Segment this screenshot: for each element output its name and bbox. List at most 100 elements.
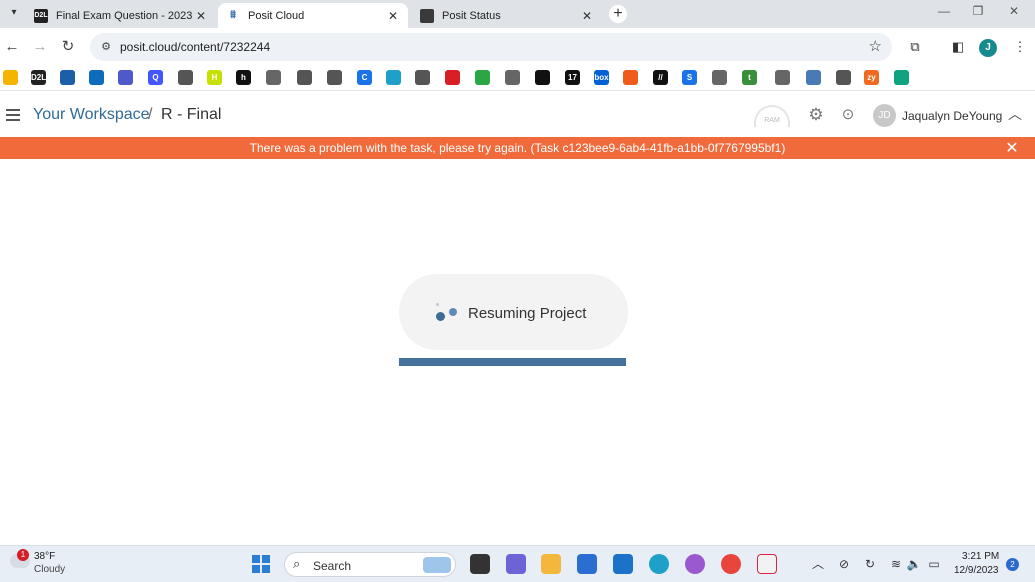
new-tab-button[interactable]: + [609,5,627,23]
quizlet-icon[interactable]: Q [148,70,163,85]
menu-icon[interactable] [6,109,20,121]
reload-icon[interactable]: ↻ [58,37,78,57]
tab-search-chevron-icon[interactable]: ▾ [6,5,22,21]
chevron-up-icon[interactable]: ︿ [1006,104,1024,124]
bookmark-star-icon[interactable]: ☆ [869,37,882,55]
site-info-icon[interactable]: ⚙ [98,39,114,55]
google-drive-icon[interactable] [3,70,18,85]
close-window-icon[interactable]: ✕ [1004,4,1024,18]
globe-icon[interactable] [327,70,342,85]
close-icon[interactable]: ✕ [386,9,400,23]
tab-title: Final Exam Question - 2023 Fall [56,9,194,22]
hulu-icon[interactable]: h [236,70,251,85]
d2l-icon[interactable]: D2L [31,70,46,85]
chat-icon[interactable] [506,554,526,574]
show-hidden-icons-icon[interactable]: ︿ [810,556,826,572]
globe-icon[interactable] [297,70,312,85]
clock-date[interactable]: 12/9/2023 [954,565,999,576]
profile-avatar[interactable]: J [979,39,997,57]
error-banner: There was a problem with the task, pleas… [0,137,1035,159]
globe-icon[interactable] [836,70,851,85]
news-icon[interactable] [445,70,460,85]
zybooks-icon[interactable]: zy [864,70,879,85]
circle-icon[interactable] [623,70,638,85]
globe-icon[interactable] [178,70,193,85]
folder-icon[interactable] [775,70,790,85]
spinner-dot [449,308,457,316]
t-icon[interactable]: t [742,70,757,85]
search-highlight-icon [423,557,451,573]
more-menu-icon[interactable]: ⋮ [1010,37,1030,57]
search-icon: ⌕ [293,556,301,571]
weather-condition[interactable]: Cloudy [34,564,65,575]
slash-icon[interactable]: // [653,70,668,85]
copilot-icon[interactable] [685,554,705,574]
mail-icon[interactable] [613,554,633,574]
calendar-icon[interactable]: 17 [565,70,580,85]
breadcrumb-separator: / [148,106,153,123]
edge-icon[interactable] [386,70,401,85]
edge-icon[interactable] [649,554,669,574]
posit-icon[interactable] [806,70,821,85]
folder-icon[interactable] [266,70,281,85]
tab-posit-cloud[interactable]: ⩩ Posit Cloud ✕ [218,3,408,28]
side-panel-icon[interactable]: ◧ [948,37,968,57]
ram-gauge[interactable]: RAM [754,105,790,127]
browser-toolbar: ← → ↻ ⚙ posit.cloud/content/7232244 ☆ ⧉ … [0,28,1035,66]
folder-icon[interactable] [505,70,520,85]
user-name[interactable]: Jaqualyn DeYoung [902,109,1002,123]
teams-icon[interactable] [118,70,133,85]
clock-time[interactable]: 3:21 PM [962,551,999,562]
restore-icon[interactable]: ❐ [968,4,988,18]
flag-icon[interactable] [475,70,490,85]
outlook-icon[interactable] [89,70,104,85]
user-avatar[interactable]: JD [873,104,896,127]
chrome-icon[interactable] [721,554,741,574]
tab-title: Posit Cloud [248,9,305,22]
taskbar: 1 38°F Cloudy ⌕ Search ︿ ⊘ ↻ ≋ 🔈 ▭ 3:21 … [0,545,1035,582]
app-header: Your Workspace / R - Final RAM ⚙ ⊙ JD Ja… [0,97,1035,135]
taskbar-search[interactable]: ⌕ Search [284,552,456,577]
close-icon[interactable]: ✕ [194,9,208,23]
address-bar[interactable]: ⚙ posit.cloud/content/7232244 ☆ [90,33,892,61]
file-explorer-icon[interactable] [541,554,561,574]
task-view-icon[interactable] [470,554,490,574]
store-icon[interactable] [577,554,597,574]
search-label: Search [313,559,352,573]
university-icon[interactable] [60,70,75,85]
antivirus-icon[interactable]: ⊘ [836,556,852,572]
folder-icon[interactable] [712,70,727,85]
tab-posit-status[interactable]: Posit Status ✕ [412,3,602,28]
weather-temperature[interactable]: 38°F [34,551,55,562]
windows-start-icon[interactable] [252,555,270,573]
sync-icon[interactable]: ↻ [862,556,878,572]
forward-arrow-icon[interactable]: → [30,37,50,57]
speaker-icon[interactable]: 🔈 [906,556,922,572]
d2l-icon: D2L [34,8,48,23]
github-icon[interactable] [535,70,550,85]
close-icon[interactable]: ✕ [580,9,594,23]
wifi-icon[interactable]: ≋ [888,556,904,572]
breadcrumb-workspace-link[interactable]: Your Workspace [33,106,150,124]
gear-icon[interactable]: ⚙ [806,105,826,125]
tab-final-exam[interactable]: D2L Final Exam Question - 2023 Fall ✕ [26,3,216,28]
hbo-icon[interactable]: H [207,70,222,85]
s-icon[interactable]: S [682,70,697,85]
browser-tab-strip: ▾ D2L Final Exam Question - 2023 Fall ✕ … [0,0,1035,28]
progress-fill [399,358,626,366]
box-icon[interactable]: box [594,70,609,85]
globe-icon[interactable] [415,70,430,85]
spinner-icon [436,303,439,306]
battery-icon[interactable]: ▭ [926,556,942,572]
spinner-dot [436,312,445,321]
more-options-icon[interactable]: ⊙ [838,105,858,125]
tab-title: Posit Status [442,9,501,22]
snipping-tool-icon[interactable] [757,554,777,574]
close-icon[interactable]: ✕ [1004,138,1020,158]
back-arrow-icon[interactable]: ← [2,37,22,57]
notification-badge[interactable]: 2 [1006,558,1019,571]
chegg-icon[interactable]: C [357,70,372,85]
chatgpt-icon[interactable] [894,70,909,85]
extensions-icon[interactable]: ⧉ [905,37,925,57]
minimize-icon[interactable]: — [934,4,954,18]
